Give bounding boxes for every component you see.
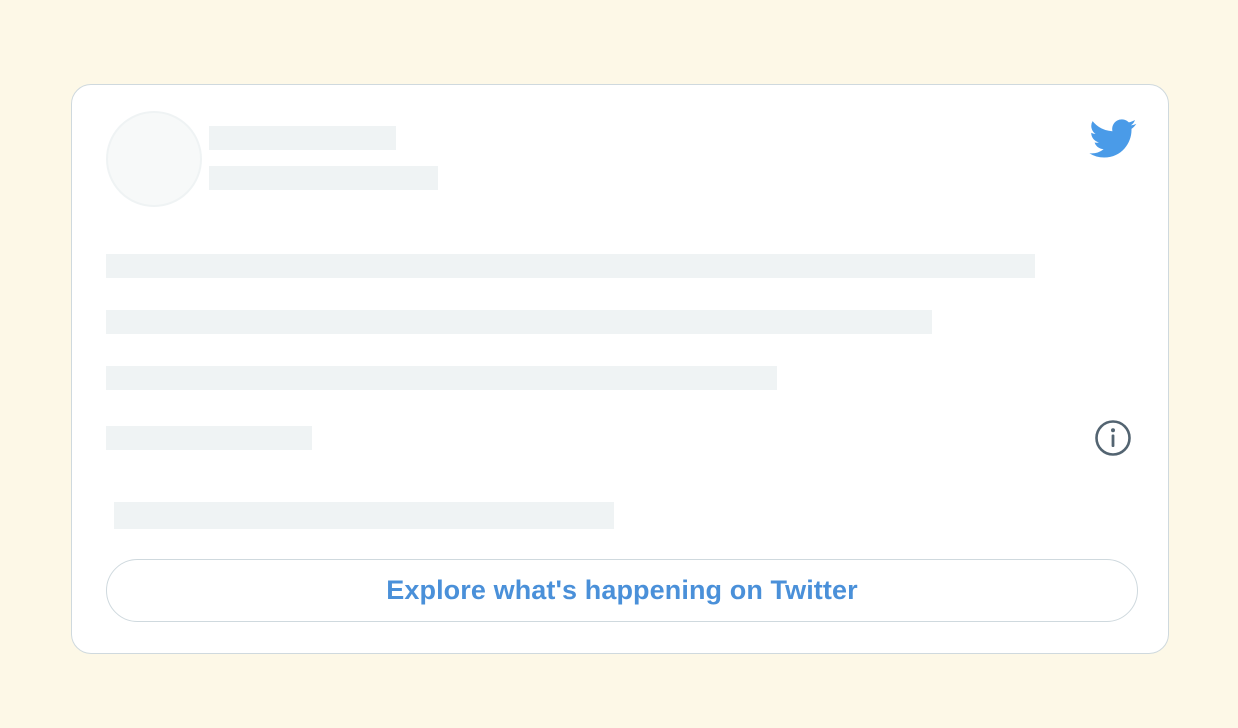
- text-line-placeholder: [106, 254, 1035, 278]
- explore-twitter-label: Explore what's happening on Twitter: [386, 575, 858, 605]
- explore-twitter-button[interactable]: Explore what's happening on Twitter: [106, 559, 1138, 622]
- text-line-placeholder: [106, 366, 777, 390]
- avatar-placeholder: [106, 111, 202, 207]
- text-line-placeholder: [106, 310, 932, 334]
- twitter-bird-icon[interactable]: [1089, 118, 1137, 158]
- tweet-embed-card: Explore what's happening on Twitter: [71, 84, 1169, 654]
- handle-placeholder: [209, 166, 438, 190]
- timestamp-placeholder: [106, 426, 312, 450]
- engagement-placeholder: [114, 502, 614, 529]
- name-placeholder: [209, 126, 396, 150]
- info-icon[interactable]: [1094, 419, 1132, 457]
